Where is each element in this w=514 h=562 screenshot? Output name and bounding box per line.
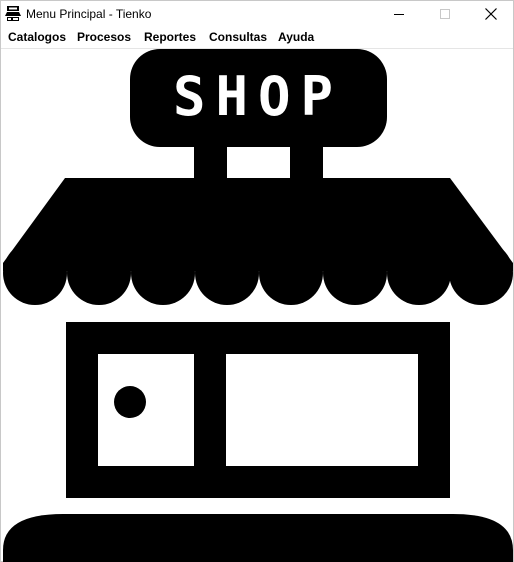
shop-icon	[5, 6, 21, 21]
sign-post-left	[194, 145, 227, 181]
shop-counter	[3, 514, 513, 562]
maximize-icon	[440, 9, 450, 19]
shop-window	[226, 354, 418, 466]
shop-illustration: SHOP	[3, 49, 513, 562]
shop-door	[98, 354, 194, 466]
close-icon	[485, 8, 497, 20]
title-bar[interactable]: Menu Principal - Tienko	[1, 1, 513, 27]
menu-reportes[interactable]: Reportes	[144, 30, 196, 45]
menu-bar: Catalogos Procesos Reportes Consultas Ay…	[1, 27, 513, 49]
menu-procesos[interactable]: Procesos	[77, 30, 131, 45]
sign-post-right	[290, 145, 323, 181]
shop-sign-text: SHOP	[173, 65, 343, 128]
menu-catalogos[interactable]: Catalogos	[8, 30, 66, 45]
minimize-button[interactable]	[376, 1, 422, 27]
menu-consultas[interactable]: Consultas	[209, 30, 267, 45]
menu-ayuda[interactable]: Ayuda	[278, 30, 314, 45]
maximize-button[interactable]	[422, 1, 468, 27]
minimize-icon	[394, 14, 404, 15]
door-knob	[114, 386, 146, 418]
close-button[interactable]	[468, 1, 514, 27]
window-title: Menu Principal - Tienko	[26, 7, 152, 21]
main-window: Menu Principal - Tienko Catalogos Proces…	[0, 0, 514, 562]
